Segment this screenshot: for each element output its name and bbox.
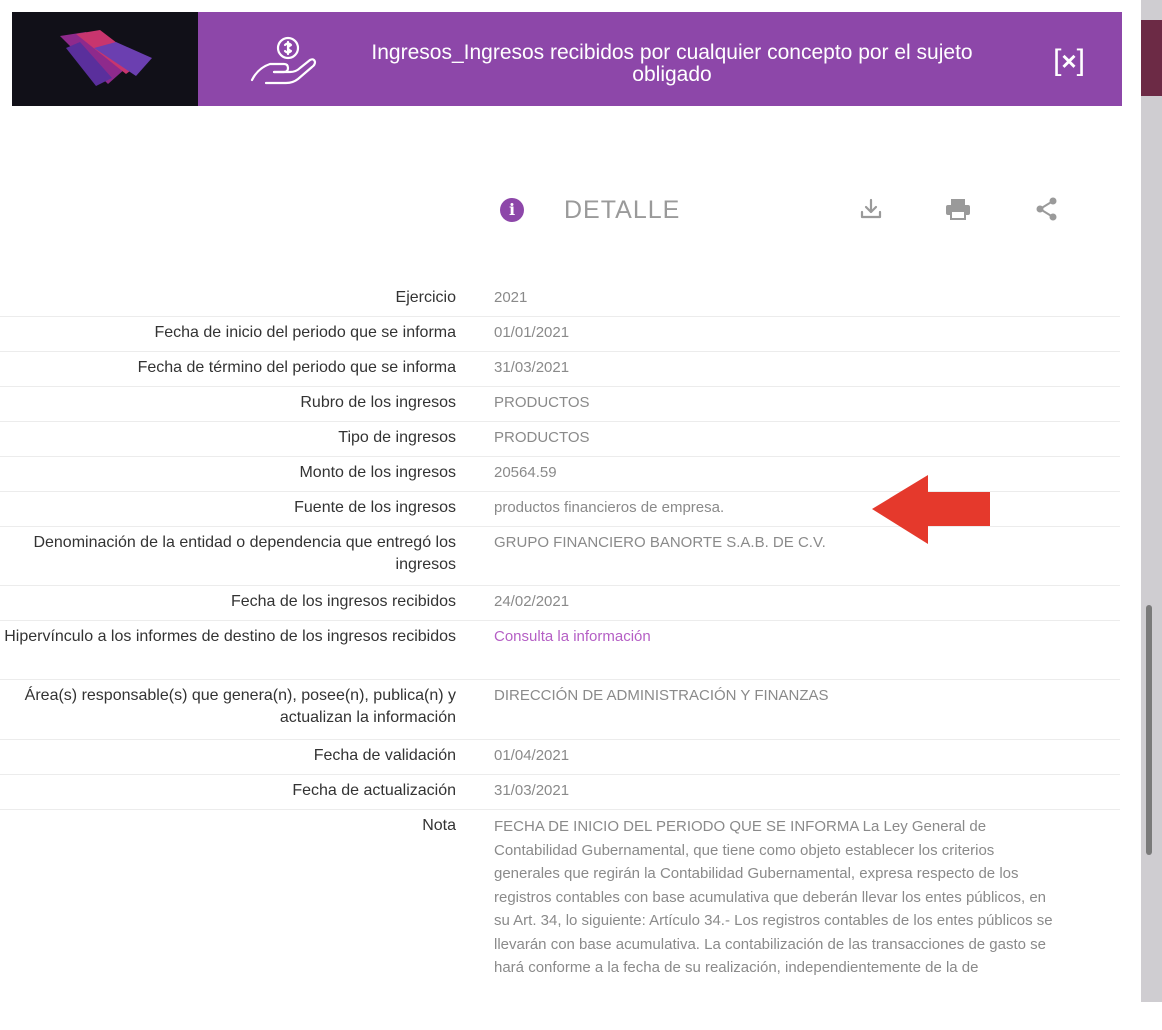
field-row-rubro: Rubro de los ingresos PRODUCTOS — [0, 387, 1120, 422]
field-row-ejercicio: Ejercicio 2021 — [0, 282, 1120, 317]
info-icon: i — [500, 198, 524, 222]
field-row-fecha-inicio: Fecha de inicio del periodo que se infor… — [0, 317, 1120, 352]
field-row-fecha-termino: Fecha de término del periodo que se info… — [0, 352, 1120, 387]
modal-title: Ingresos_Ingresos recibidos por cualquie… — [371, 41, 973, 86]
field-value: 2021 — [494, 289, 528, 306]
field-value: 01/04/2021 — [494, 747, 570, 764]
field-label: Nota — [422, 817, 456, 834]
field-value: DIRECCIÓN DE ADMINISTRACIÓN Y FINANZAS — [494, 687, 829, 704]
field-value: PRODUCTOS — [494, 394, 590, 411]
field-row-fecha-validacion: Fecha de validación 01/04/2021 — [0, 740, 1120, 775]
background-page-accent — [1141, 20, 1162, 96]
field-value: PRODUCTOS — [494, 429, 590, 446]
field-label: Fecha de los ingresos recibidos — [230, 593, 456, 610]
modal-header: Ingresos_Ingresos recibidos por cualquie… — [12, 12, 1122, 106]
field-row-fecha-ingresos: Fecha de los ingresos recibidos 24/02/20… — [0, 586, 1120, 621]
field-value: 31/03/2021 — [494, 782, 570, 799]
field-row-tipo: Tipo de ingresos PRODUCTOS — [0, 422, 1120, 457]
close-bracket-right: ] — [1076, 44, 1085, 77]
close-icon: × — [1061, 46, 1077, 76]
field-label: Hipervínculo a los informes de destino d… — [4, 628, 456, 645]
field-row-fecha-actualizacion: Fecha de actualización 31/03/2021 — [0, 775, 1120, 810]
consulta-link[interactable]: Consulta la información — [494, 626, 1054, 648]
field-label: Rubro de los ingresos — [300, 394, 456, 411]
field-label: Fecha de término del periodo que se info… — [137, 359, 456, 376]
field-value: 31/03/2021 — [494, 359, 570, 376]
detail-table: Ejercicio 2021 Fecha de inicio del perio… — [0, 282, 1120, 1030]
field-label: Fuente de los ingresos — [294, 499, 456, 516]
detail-title: DETALLE — [564, 195, 681, 224]
close-button[interactable]: [×] — [1046, 42, 1092, 80]
field-label: Fecha de inicio del periodo que se infor… — [154, 324, 456, 341]
share-icon[interactable] — [1034, 196, 1060, 222]
field-label: Monto de los ingresos — [299, 464, 456, 481]
scrollbar[interactable] — [1146, 605, 1152, 855]
field-label: Área(s) responsable(s) que genera(n), po… — [24, 687, 456, 726]
print-icon[interactable] — [944, 196, 970, 222]
field-value-note: FECHA DE INICIO DEL PERIODO QUE SE INFOR… — [494, 818, 1053, 976]
field-value: 24/02/2021 — [494, 593, 570, 610]
hand-money-icon — [248, 34, 320, 93]
download-icon[interactable] — [858, 196, 884, 222]
field-label: Fecha de validación — [313, 747, 456, 764]
detail-heading: i DETALLE — [500, 192, 680, 228]
institution-logo — [12, 12, 198, 106]
field-row-hipervinculo: Hipervínculo a los informes de destino d… — [0, 621, 1120, 680]
field-row-area-responsable: Área(s) responsable(s) que genera(n), po… — [0, 680, 1120, 740]
field-row-nota: Nota FECHA DE INICIO DEL PERIODO QUE SE … — [0, 810, 1120, 1030]
field-label: Tipo de ingresos — [338, 429, 456, 446]
field-label: Denominación de la entidad o dependencia… — [33, 534, 456, 573]
field-value: 01/01/2021 — [494, 324, 570, 341]
field-label: Ejercicio — [395, 289, 456, 306]
field-label: Fecha de actualización — [292, 782, 456, 799]
red-arrow-annotation — [868, 472, 994, 553]
